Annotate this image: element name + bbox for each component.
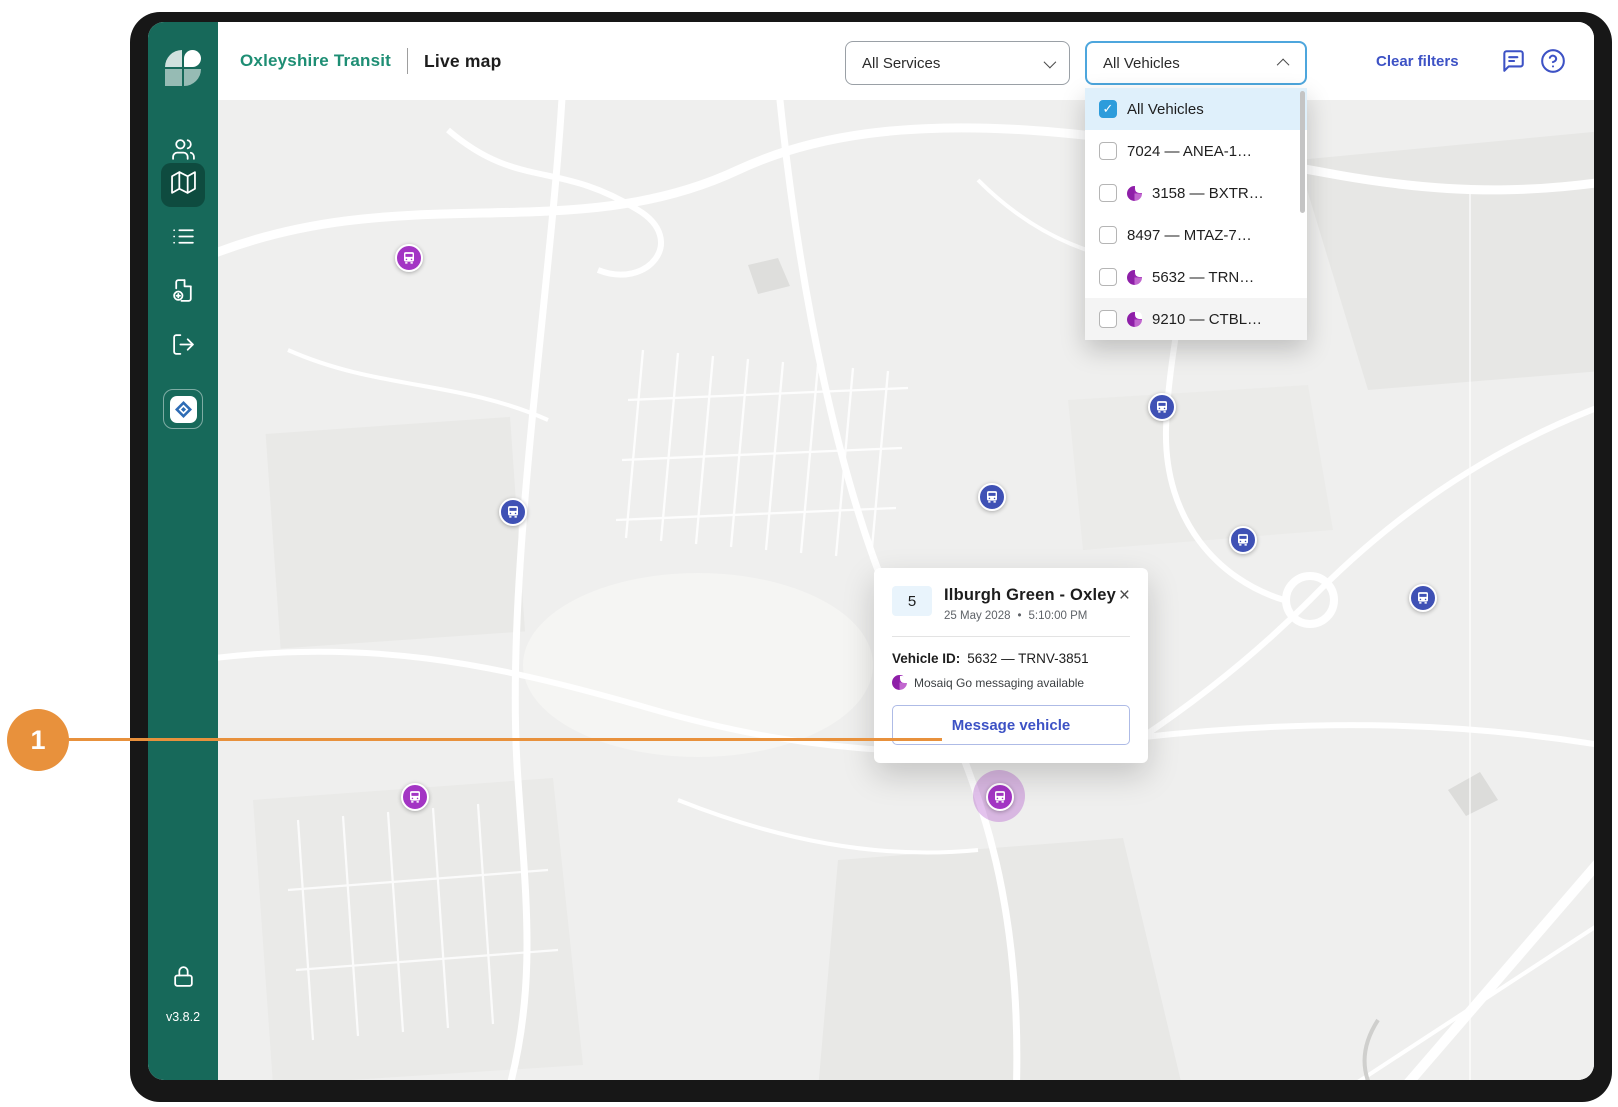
vehicle-marker[interactable] bbox=[401, 783, 429, 811]
checkbox[interactable] bbox=[1099, 310, 1117, 328]
vehicle-id-value: 5632 — TRNV-3851 bbox=[967, 651, 1088, 666]
app-logo-icon bbox=[165, 50, 201, 86]
services-filter-select[interactable]: All Services bbox=[845, 41, 1070, 85]
title-divider bbox=[407, 48, 408, 74]
vehicle-marker[interactable] bbox=[1229, 526, 1257, 554]
sidebar-item-reports[interactable] bbox=[161, 271, 205, 315]
checkbox[interactable] bbox=[1099, 268, 1117, 286]
chevron-up-icon bbox=[1277, 58, 1290, 71]
popup-divider bbox=[892, 636, 1130, 637]
version-label: v3.8.2 bbox=[148, 1010, 218, 1024]
vehicles-dropdown-item[interactable]: 7024 — ANEA-1… bbox=[1085, 130, 1307, 172]
popup-time: 5:10:00 PM bbox=[1029, 610, 1088, 622]
brand-name: Oxleyshire Transit bbox=[240, 51, 391, 71]
vehicle-marker[interactable] bbox=[499, 498, 527, 526]
vehicle-option-label: All Vehicles bbox=[1127, 101, 1204, 118]
services-filter-value: All Services bbox=[862, 55, 940, 72]
live-map[interactable]: 5 Ilburgh Green - Oxley 25 May 2028 • 5:… bbox=[218, 100, 1594, 1080]
bus-icon bbox=[505, 504, 521, 520]
popup-date: 25 May 2028 bbox=[944, 610, 1011, 622]
vehicles-dropdown-item[interactable]: 8497 — MTAZ-7… bbox=[1085, 214, 1307, 256]
vehicle-option-label: 3158 — BXTR… bbox=[1152, 185, 1264, 202]
close-icon[interactable]: × bbox=[1119, 586, 1130, 605]
vehicle-marker-selected[interactable] bbox=[986, 783, 1014, 811]
sidebar: v3.8.2 bbox=[148, 22, 218, 1080]
mosaiq-icon bbox=[1127, 270, 1142, 285]
map-icon bbox=[171, 170, 196, 200]
vehicle-marker[interactable] bbox=[1409, 584, 1437, 612]
callout-1-line bbox=[66, 738, 942, 741]
vehicles-dropdown-list: ✓ All Vehicles 7024 — ANEA-1… 3158 — BXTR… 8… bbox=[1085, 88, 1307, 340]
bus-icon bbox=[1154, 399, 1170, 415]
route-badge: 5 bbox=[892, 586, 932, 616]
list-icon bbox=[171, 224, 196, 254]
bus-icon bbox=[401, 250, 417, 266]
mosaiq-icon bbox=[1127, 186, 1142, 201]
vehicle-id-label: Vehicle ID: bbox=[892, 651, 960, 666]
vehicles-filter-select[interactable]: All Vehicles bbox=[1085, 41, 1307, 85]
vehicles-dropdown-item[interactable]: 5632 — TRN… bbox=[1085, 256, 1307, 298]
bus-icon bbox=[984, 489, 1000, 505]
vehicle-popup: 5 Ilburgh Green - Oxley 25 May 2028 • 5:… bbox=[874, 568, 1148, 763]
mosaiq-icon bbox=[1127, 312, 1142, 327]
vehicle-marker[interactable] bbox=[1148, 393, 1176, 421]
messaging-note: Mosaiq Go messaging available bbox=[914, 676, 1084, 690]
logout-icon bbox=[171, 332, 196, 362]
bus-icon bbox=[1235, 532, 1251, 548]
help-icon[interactable] bbox=[1540, 48, 1566, 74]
dot-separator: • bbox=[1018, 610, 1022, 622]
checkbox[interactable]: ✓ bbox=[1099, 100, 1117, 118]
dropdown-scrollbar[interactable] bbox=[1300, 91, 1305, 213]
callout-1-badge: 1 bbox=[7, 709, 69, 771]
sidebar-app-badge-button[interactable] bbox=[163, 389, 203, 429]
compass-diamond-icon bbox=[170, 396, 197, 423]
chat-icon[interactable] bbox=[1500, 48, 1526, 74]
sidebar-item-list[interactable] bbox=[161, 217, 205, 261]
sidebar-item-live-map[interactable] bbox=[161, 163, 205, 207]
bus-icon bbox=[1415, 590, 1431, 606]
header: Oxleyshire Transit Live map All Services… bbox=[218, 22, 1594, 100]
vehicle-option-label: 9210 — CTBL… bbox=[1152, 311, 1262, 328]
app-window: 5 Ilburgh Green - Oxley 25 May 2028 • 5:… bbox=[148, 22, 1594, 1080]
popup-title: Ilburgh Green - Oxley bbox=[944, 586, 1116, 605]
mosaiq-icon bbox=[892, 675, 907, 690]
vehicles-dropdown-panel: ✓ All Vehicles 7024 — ANEA-1… 3158 — BXTR… 8… bbox=[1085, 88, 1307, 340]
document-add-icon bbox=[171, 278, 196, 308]
vehicles-dropdown-item[interactable]: 9210 — CTBL… bbox=[1085, 298, 1307, 340]
bus-icon bbox=[407, 789, 423, 805]
vehicle-marker[interactable] bbox=[395, 244, 423, 272]
vehicle-option-label: 8497 — MTAZ-7… bbox=[1127, 227, 1252, 244]
checkbox[interactable] bbox=[1099, 226, 1117, 244]
lock-icon bbox=[171, 964, 196, 994]
page-title: Live map bbox=[424, 51, 501, 72]
vehicle-option-label: 5632 — TRN… bbox=[1152, 269, 1254, 286]
sidebar-item-logout[interactable] bbox=[161, 325, 205, 369]
vehicle-marker[interactable] bbox=[978, 483, 1006, 511]
clear-filters-link[interactable]: Clear filters bbox=[1376, 22, 1459, 100]
chevron-down-icon bbox=[1044, 55, 1057, 68]
vehicles-dropdown-item[interactable]: ✓ All Vehicles bbox=[1085, 88, 1307, 130]
checkbox[interactable] bbox=[1099, 184, 1117, 202]
vehicle-popup-header: 5 Ilburgh Green - Oxley 25 May 2028 • 5:… bbox=[892, 586, 1130, 622]
checkbox[interactable] bbox=[1099, 142, 1117, 160]
vehicle-option-label: 7024 — ANEA-1… bbox=[1127, 143, 1252, 160]
bus-icon bbox=[992, 789, 1008, 805]
vehicles-dropdown-item[interactable]: 3158 — BXTR… bbox=[1085, 172, 1307, 214]
vehicles-filter-value: All Vehicles bbox=[1103, 55, 1180, 72]
